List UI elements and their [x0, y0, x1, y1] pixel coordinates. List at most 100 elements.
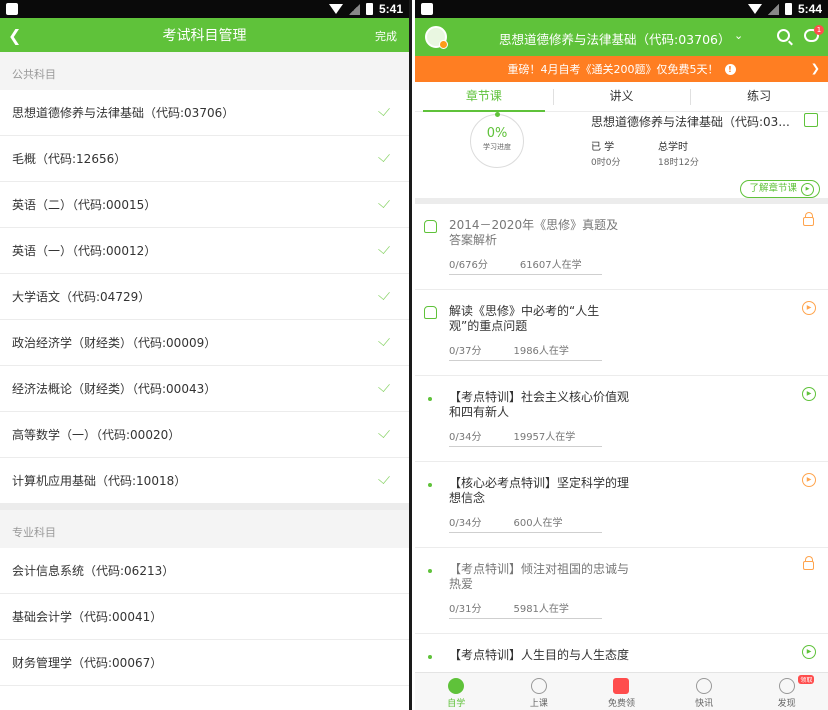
major-section-label: 专业科目 [0, 510, 409, 548]
play-icon[interactable]: ▶ [802, 387, 816, 401]
book-icon[interactable] [804, 113, 818, 127]
lesson-dot-icon [428, 483, 432, 487]
lesson-row[interactable]: 解读《思修》中必考的“人生观”的重点问题 0/37分 1986人在学 ▶ [415, 290, 828, 376]
wifi-icon [747, 4, 762, 14]
lesson-row[interactable]: 【考点特训】倾注对祖国的忠诚与热爱 0/31分 5981人在学 [415, 548, 828, 634]
app-logo-icon[interactable] [425, 26, 448, 49]
lesson-progress-bar [449, 618, 602, 619]
public-subject-list: 思想道德修养与法律基础（代码:03706） 毛概（代码:12656） 英语（二）（代… [0, 90, 409, 504]
subject-row[interactable]: 财务管理学（代码:00067） [0, 640, 409, 686]
lesson-title: 【核心必考点特训】坚定科学的理想信念 [449, 476, 630, 505]
done-button[interactable]: 完成 [375, 28, 397, 44]
subject-name: 高等数学（一）（代码:00020） [12, 428, 181, 442]
lesson-row[interactable]: 2014－2020年《思修》真题及答案解析 0/676分 61607人在学 [415, 204, 828, 290]
learn-chapter-button[interactable]: 了解章节课 [740, 180, 820, 198]
lesson-dot-icon [428, 655, 432, 659]
subject-name: 会计信息系统（代码:06213） [12, 564, 175, 578]
subject-name: 计算机应用基础（代码:10018） [12, 474, 187, 488]
lesson-learners: 600人在学 [513, 518, 563, 529]
subject-name: 思想道德修养与法律基础（代码:03706） [12, 106, 235, 120]
course-selector[interactable]: 思想道德修养与法律基础（代码:03706） [499, 29, 730, 48]
nav-class[interactable]: 上课 [498, 673, 581, 710]
play-icon[interactable]: ▶ [802, 645, 816, 659]
nav-label: 发现 [777, 699, 796, 709]
self-study-icon [448, 678, 465, 694]
tab-practice[interactable]: 练习 [690, 82, 828, 111]
subject-row[interactable]: 英语（一）（代码:00012） [0, 228, 409, 274]
gift-icon [613, 678, 630, 694]
lesson-learners: 61607人在学 [519, 260, 582, 271]
course-title: 思想道德修养与法律基础（代码:03... [591, 115, 790, 129]
subject-row[interactable]: 基础会计学（代码:00041） [0, 594, 409, 640]
subject-row[interactable]: 会计信息系统（代码:06213） [0, 548, 409, 594]
search-icon[interactable] [777, 29, 790, 42]
lesson-meta: 0/34分 19957人在学 [449, 428, 575, 443]
progress-card: 0% 学习进度 思想道德修养与法律基础（代码:03... 已 学 0时0分 总学… [415, 112, 828, 176]
notification-icon [6, 3, 18, 15]
subject-row[interactable]: 思想道德修养与法律基础（代码:03706） [0, 90, 409, 136]
learned-label: 已 学 [591, 142, 615, 153]
lesson-meta: 0/676分 61607人在学 [449, 256, 582, 271]
subject-name: 政治经济学（财经类）（代码:00009） [12, 336, 217, 350]
nav-news[interactable]: 快讯 [663, 673, 746, 710]
battery-icon [784, 3, 792, 15]
status-time: 5:41 [378, 2, 403, 16]
check-icon [378, 103, 390, 117]
status-time: 5:44 [797, 2, 822, 16]
lesson-score: 0/34分 [449, 518, 482, 529]
lock-icon [803, 212, 814, 226]
nav-label: 免费领 [607, 699, 635, 709]
progress-ring: 0% 学习进度 [470, 112, 524, 168]
total-value: 18时12分 [658, 158, 699, 168]
play-icon[interactable]: ▶ [802, 301, 816, 315]
subject-row[interactable]: 政治经济学（财经类）（代码:00009） [0, 320, 409, 366]
lesson-title: 解读《思修》中必考的“人生观”的重点问题 [449, 304, 600, 333]
page-title: 考试科目管理 [162, 28, 247, 44]
subject-name: 基础会计学（代码:00041） [12, 610, 163, 624]
promo-banner[interactable]: 重磅！4月自考《通关200题》仅免费5天！ ! ❯ [415, 56, 828, 82]
lesson-progress-bar [449, 274, 602, 275]
lesson-dot-icon [428, 397, 432, 401]
check-icon [378, 471, 390, 485]
subject-row[interactable]: 毛概（代码:12656） [0, 136, 409, 182]
nav-label: 自学 [447, 699, 466, 709]
signal-icon [767, 3, 779, 15]
subject-name: 英语（二）（代码:00015） [12, 198, 157, 212]
subject-row[interactable]: 英语（二）（代码:00015） [0, 182, 409, 228]
subject-row[interactable]: 经济法概论（财经类）（代码:00043） [0, 366, 409, 412]
title-bar: ❮ 考试科目管理 完成 [0, 18, 409, 52]
total-label: 总学时 [658, 142, 688, 153]
learned-stat: 已 学 0时0分 [591, 138, 620, 168]
lesson-row[interactable]: 【考点特训】社会主义核心价值观和四有新人 0/34分 19957人在学 ▶ [415, 376, 828, 462]
subject-row[interactable]: 大学语文（代码:04729） [0, 274, 409, 320]
logo-dot [439, 40, 448, 49]
tab-handout[interactable]: 讲义 [552, 82, 691, 111]
subject-row[interactable]: 高等数学（一）（代码:00020） [0, 412, 409, 458]
check-icon [378, 149, 390, 163]
progress-knob [495, 112, 500, 117]
lightning-icon [696, 678, 713, 694]
tab-chapter[interactable]: 章节课 [415, 82, 553, 112]
chevron-down-icon[interactable]: ⌄ [734, 29, 743, 42]
nav-self-study[interactable]: 自学 [415, 673, 498, 710]
check-icon [378, 195, 390, 209]
lesson-learners: 5981人在学 [513, 604, 569, 615]
nav-discover[interactable]: 发现 领取 [745, 673, 828, 710]
subject-row[interactable]: 计算机应用基础（代码:10018） [0, 458, 409, 504]
wifi-icon [328, 4, 343, 14]
tab-bar: 章节课 讲义 练习 [415, 82, 828, 112]
lesson-title: 2014－2020年《思修》真题及答案解析 [449, 218, 619, 247]
signal-icon [348, 3, 360, 15]
lesson-score: 0/676分 [449, 260, 488, 271]
lesson-learners: 1986人在学 [513, 346, 569, 357]
nav-free[interactable]: 免费领 [580, 673, 663, 710]
check-icon [378, 379, 390, 393]
status-bar: 5:41 [0, 0, 409, 18]
lesson-meta: 0/37分 1986人在学 [449, 342, 569, 357]
lesson-score: 0/37分 [449, 346, 482, 357]
lesson-row[interactable]: 【核心必考点特训】坚定科学的理想信念 0/34分 600人在学 ▶ [415, 462, 828, 548]
subject-name: 英语（一）（代码:00012） [12, 244, 157, 258]
back-icon[interactable]: ❮ [8, 26, 21, 45]
lesson-progress-bar [449, 532, 602, 533]
play-icon[interactable]: ▶ [802, 473, 816, 487]
